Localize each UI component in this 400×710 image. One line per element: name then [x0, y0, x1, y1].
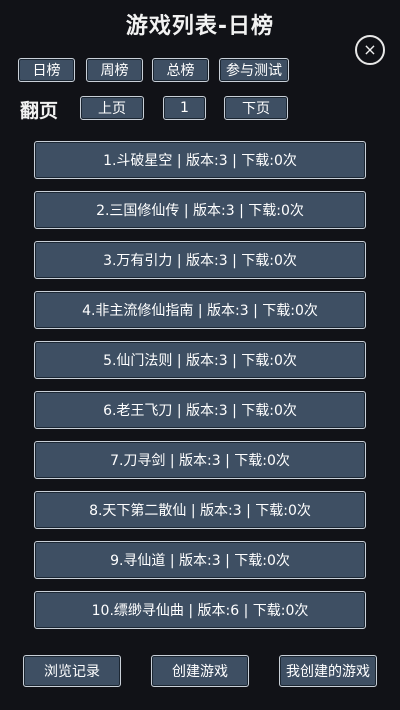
tab-total[interactable]: 总榜 — [152, 58, 209, 82]
create-game-button[interactable]: 创建游戏 — [151, 655, 249, 687]
game-list-item[interactable]: 2.三国修仙传 | 版本:3 | 下载:0次 — [34, 191, 366, 229]
game-list-item[interactable]: 5.仙门法则 | 版本:3 | 下载:0次 — [34, 341, 366, 379]
browse-history-button[interactable]: 浏览记录 — [23, 655, 121, 687]
page-title: 游戏列表-日榜 — [125, 14, 275, 39]
game-list-item[interactable]: 8.天下第二散仙 | 版本:3 | 下载:0次 — [34, 491, 366, 529]
game-list-item[interactable]: 3.万有引力 | 版本:3 | 下载:0次 — [34, 241, 366, 279]
game-list-item[interactable]: 1.斗破星空 | 版本:3 | 下载:0次 — [34, 141, 366, 179]
my-games-button[interactable]: 我创建的游戏 — [279, 655, 377, 687]
close-icon[interactable]: × — [355, 35, 385, 65]
game-list-item[interactable]: 9.寻仙道 | 版本:3 | 下载:0次 — [34, 541, 366, 579]
game-list-item[interactable]: 10.缥缈寻仙曲 | 版本:6 | 下载:0次 — [34, 591, 366, 629]
next-page-button[interactable]: 下页 — [224, 96, 288, 120]
tab-daily[interactable]: 日榜 — [18, 58, 75, 82]
tab-weekly[interactable]: 周榜 — [86, 58, 143, 82]
tab-beta-test[interactable]: 参与测试 — [219, 58, 289, 82]
game-list-item[interactable]: 6.老王飞刀 | 版本:3 | 下载:0次 — [34, 391, 366, 429]
pager-label: 翻页 — [20, 100, 59, 122]
page-number: 1 — [163, 96, 206, 120]
game-list-item[interactable]: 7.刀寻剑 | 版本:3 | 下载:0次 — [34, 441, 366, 479]
game-list-item[interactable]: 4.非主流修仙指南 | 版本:3 | 下载:0次 — [34, 291, 366, 329]
prev-page-button[interactable]: 上页 — [80, 96, 144, 120]
